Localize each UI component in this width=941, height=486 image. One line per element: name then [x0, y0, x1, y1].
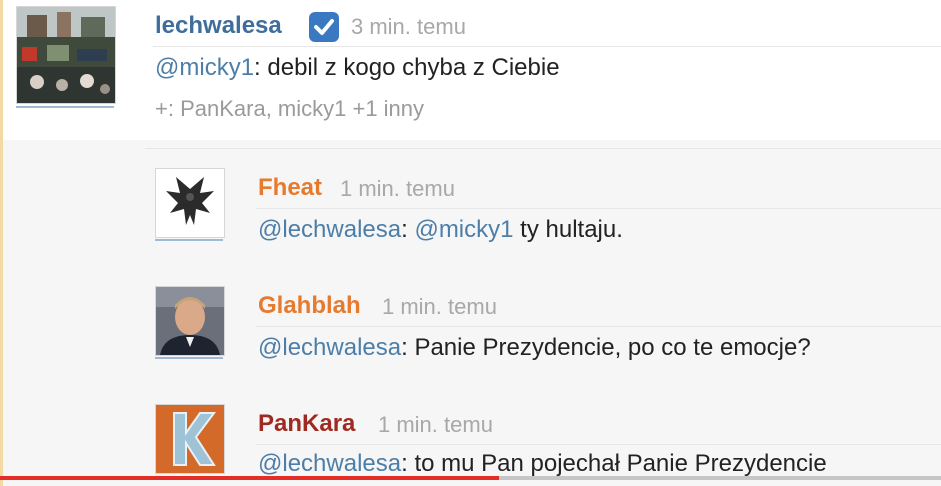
reply-time[interactable]: 1 min. temu	[340, 176, 455, 202]
video-progress-fill	[0, 476, 499, 480]
mention-lechwalesa[interactable]: @lechwalesa	[258, 334, 401, 361]
reply-text: @lechwalesa: to mu Pan pojechał Panie Pr…	[258, 450, 827, 478]
divider	[145, 148, 941, 149]
reply-colon: :	[401, 216, 408, 243]
reply-message: ty hultaju.	[513, 216, 623, 243]
avatar-lechwalesa[interactable]	[16, 6, 116, 104]
avatar-glahblah[interactable]	[155, 286, 225, 356]
video-progress-bar[interactable]	[0, 476, 941, 480]
avatar-underline	[16, 106, 114, 108]
reply-text: @lechwalesa: Panie Prezydencie, po co te…	[258, 334, 811, 362]
divider	[256, 326, 941, 327]
avatar-pankara[interactable]	[155, 404, 225, 474]
divider	[256, 208, 941, 209]
crowd-photo-icon	[17, 7, 115, 103]
mention-micky1[interactable]: @micky1	[155, 54, 254, 81]
reply-time[interactable]: 1 min. temu	[382, 294, 497, 320]
avatar-fheat[interactable]	[155, 168, 225, 238]
avatar-underline	[155, 239, 223, 241]
mention-micky1[interactable]: @micky1	[414, 216, 513, 243]
post-text: @micky1: debil z kogo chyba z Ciebie	[155, 54, 560, 82]
post-author[interactable]: lechwalesa	[155, 12, 282, 40]
avatar-underline	[155, 357, 223, 359]
divider	[153, 46, 941, 47]
main-post: lechwalesa 3 min. temu @micky1: debil z …	[0, 0, 941, 140]
reply-message: : Panie Prezydencie, po co te emocje?	[401, 334, 811, 361]
post-message: : debil z kogo chyba z Ciebie	[254, 54, 560, 81]
divider	[256, 444, 941, 445]
mention-lechwalesa[interactable]: @lechwalesa	[258, 450, 401, 477]
reply-time[interactable]: 1 min. temu	[378, 412, 493, 438]
reply-author[interactable]: Glahblah	[258, 292, 361, 320]
mention-lechwalesa[interactable]: @lechwalesa	[258, 216, 401, 243]
letter-k-icon	[156, 405, 224, 473]
dragon-icon	[156, 169, 224, 237]
reply-author[interactable]: Fheat	[258, 174, 322, 202]
plus-one-list[interactable]: +: PanKara, micky1 +1 inny	[155, 96, 424, 122]
portrait-icon	[156, 287, 224, 355]
reply-text: @lechwalesa: @micky1 ty hultaju.	[258, 216, 623, 244]
reply-author[interactable]: PanKara	[258, 410, 355, 438]
verified-icon	[309, 12, 339, 42]
post-time[interactable]: 3 min. temu	[351, 14, 466, 40]
reply-message: : to mu Pan pojechał Panie Prezydencie	[401, 450, 827, 477]
